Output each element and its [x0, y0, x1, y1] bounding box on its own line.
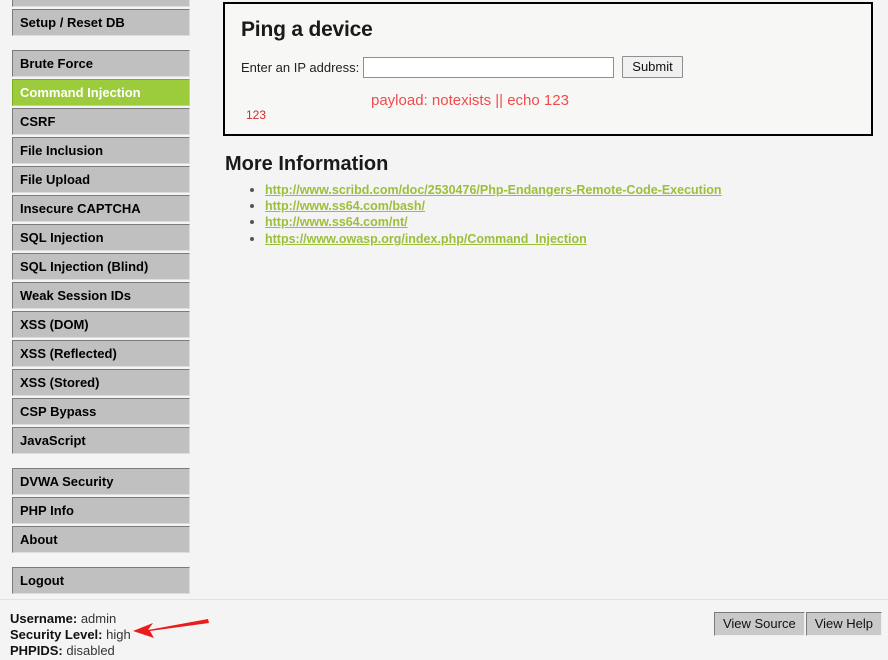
more-information-section: More Information http://www.scribd.com/d… — [223, 153, 873, 247]
view-source-button[interactable]: View Source — [713, 612, 805, 636]
sidebar-group-vulnerabilities: Brute Force Command Injection CSRF File … — [0, 50, 200, 454]
sidebar-item-javascript[interactable]: JavaScript — [12, 427, 190, 454]
sidebar-item-xss-reflected[interactable]: XSS (Reflected) — [12, 340, 190, 367]
ping-device-panel: Ping a device Enter an IP address: Submi… — [223, 2, 873, 136]
sidebar-item-weak-session-ids[interactable]: Weak Session IDs — [12, 282, 190, 309]
reference-link[interactable]: http://www.ss64.com/bash/ — [265, 199, 425, 213]
list-item: http://www.scribd.com/doc/2530476/Php-En… — [265, 182, 873, 198]
list-item: https://www.owasp.org/index.php/Command_… — [265, 231, 873, 247]
sidebar-item-xss-dom[interactable]: XSS (DOM) — [12, 311, 190, 338]
ip-address-label: Enter an IP address: — [241, 59, 360, 75]
reference-link[interactable]: http://www.scribd.com/doc/2530476/Php-En… — [265, 183, 722, 197]
annotation-arrow-icon — [133, 619, 209, 638]
sidebar-group-session: Logout — [0, 567, 200, 594]
sidebar-navigation: Instructions Setup / Reset DB Brute Forc… — [0, 0, 200, 608]
sidebar-item-command-injection[interactable]: Command Injection — [12, 79, 190, 106]
ping-form: Enter an IP address: Submit — [241, 56, 855, 78]
footer-status-block: Username: admin Security Level: high PHP… — [10, 611, 131, 659]
sidebar-item-brute-force[interactable]: Brute Force — [12, 50, 190, 77]
ip-address-input[interactable] — [363, 56, 615, 78]
sidebar-item-sql-injection-blind[interactable]: SQL Injection (Blind) — [12, 253, 190, 280]
status-phpids-value: disabled — [66, 643, 115, 658]
status-security-level: Security Level: high — [10, 627, 131, 643]
sidebar-item-insecure-captcha[interactable]: Insecure CAPTCHA — [12, 195, 190, 222]
sidebar-item-file-upload[interactable]: File Upload — [12, 166, 190, 193]
sidebar-item-instructions[interactable]: Instructions — [12, 0, 190, 7]
more-information-heading: More Information — [225, 153, 389, 175]
status-username-label: Username: — [10, 611, 78, 626]
sidebar-item-csp-bypass[interactable]: CSP Bypass — [12, 398, 190, 425]
command-output-text: 123 — [246, 108, 267, 122]
status-username-value: admin — [80, 611, 117, 626]
sidebar-item-about[interactable]: About — [12, 526, 190, 553]
sidebar-item-xss-stored[interactable]: XSS (Stored) — [12, 369, 190, 396]
reference-link[interactable]: http://www.ss64.com/nt/ — [265, 215, 408, 229]
sidebar-item-file-inclusion[interactable]: File Inclusion — [12, 137, 190, 164]
ping-result: 123 payload: notexists || echo 123 — [241, 92, 855, 122]
sidebar-group-meta: DVWA Security PHP Info About — [0, 468, 200, 553]
panel-title: Ping a device — [241, 18, 373, 41]
submit-button[interactable]: Submit — [622, 56, 683, 78]
status-phpids-label: PHPIDS: — [10, 643, 63, 658]
page-root: Instructions Setup / Reset DB Brute Forc… — [0, 0, 888, 660]
view-help-button[interactable]: View Help — [805, 612, 882, 636]
main-content: Ping a device Enter an IP address: Submi… — [223, 2, 873, 247]
sidebar-item-csrf[interactable]: CSRF — [12, 108, 190, 135]
sidebar-item-sql-injection[interactable]: SQL Injection — [12, 224, 190, 251]
list-item: http://www.ss64.com/nt/ — [265, 214, 873, 230]
footer-button-group: View Source View Help — [713, 612, 882, 636]
status-security-level-value: high — [106, 627, 131, 642]
status-security-level-label: Security Level: — [10, 627, 103, 642]
list-item: http://www.ss64.com/bash/ — [265, 198, 873, 214]
sidebar-item-php-info[interactable]: PHP Info — [12, 497, 190, 524]
reference-link-list: http://www.scribd.com/doc/2530476/Php-En… — [223, 182, 873, 247]
payload-note-text: payload: notexists || echo 123 — [371, 92, 569, 109]
reference-link[interactable]: https://www.owasp.org/index.php/Command_… — [265, 232, 587, 246]
sidebar-group-setup: Instructions Setup / Reset DB — [0, 0, 200, 36]
sidebar-item-logout[interactable]: Logout — [12, 567, 190, 594]
footer-divider — [0, 599, 888, 600]
sidebar-item-setup-reset-db[interactable]: Setup / Reset DB — [12, 9, 190, 36]
status-phpids: PHPIDS: disabled — [10, 643, 131, 659]
status-username: Username: admin — [10, 611, 131, 627]
sidebar-item-dvwa-security[interactable]: DVWA Security — [12, 468, 190, 495]
